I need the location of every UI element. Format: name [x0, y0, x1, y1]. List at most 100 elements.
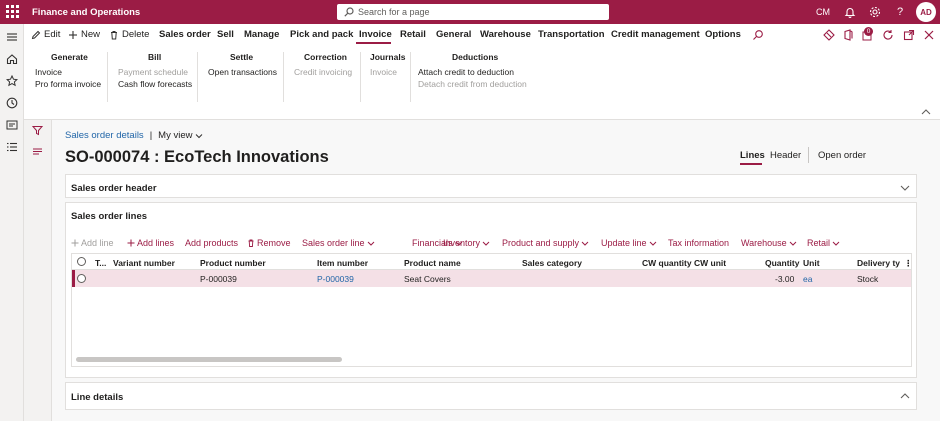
tab-manage[interactable]: Manage	[244, 29, 279, 40]
column-header-delivery-type[interactable]: Delivery ty	[857, 258, 900, 268]
tab-pick-and-pack[interactable]: Pick and pack	[290, 29, 353, 40]
connections-icon[interactable]	[823, 29, 835, 41]
attachments-button[interactable]: 0	[861, 27, 873, 41]
credit-invoicing-button[interactable]: Credit invoicing	[294, 67, 352, 77]
cash-flow-forecasts-button[interactable]: Cash flow forecasts	[118, 79, 192, 89]
grid-header-row: T... Variant number Product number Item …	[72, 254, 911, 270]
filter-icon[interactable]	[32, 125, 43, 136]
column-header-quantity[interactable]: Quantity	[765, 258, 799, 268]
pro-forma-invoice-button[interactable]: Pro forma invoice	[35, 79, 101, 89]
payment-schedule-button[interactable]: Payment schedule	[118, 67, 188, 77]
tab-retail[interactable]: Retail	[400, 29, 426, 40]
section-title: Line details	[71, 392, 124, 403]
remove-button[interactable]: Remove	[247, 238, 291, 248]
product-and-supply-menu[interactable]: Product and supply	[502, 238, 589, 248]
column-header-product-number[interactable]: Product number	[200, 258, 266, 268]
column-header-cw-unit[interactable]: CW unit	[694, 258, 726, 268]
collapse-chevron-up-icon[interactable]	[900, 392, 910, 400]
detach-credit-from-deduction-button[interactable]: Detach credit from deduction	[418, 79, 527, 89]
chevron-down-icon	[196, 133, 203, 138]
column-header-type[interactable]: T...	[95, 258, 106, 268]
app-title[interactable]: Finance and Operations	[32, 7, 140, 18]
plus-multiple-icon	[127, 239, 135, 247]
invoice-journal-button[interactable]: Invoice	[370, 67, 397, 77]
column-header-unit[interactable]: Unit	[803, 258, 820, 268]
plus-icon	[69, 30, 77, 39]
inventory-menu[interactable]: Inventory	[443, 238, 490, 248]
chevron-down-icon	[367, 241, 374, 246]
sales-order-header-section[interactable]: Sales order header	[65, 174, 917, 198]
help-button[interactable]: ?	[893, 0, 907, 24]
action-search-icon[interactable]	[752, 29, 764, 41]
settings-button[interactable]	[867, 0, 883, 24]
tab-credit-management[interactable]: Credit management	[611, 29, 700, 40]
column-header-cw-quantity[interactable]: CW quantity	[642, 258, 692, 268]
tab-warehouse[interactable]: Warehouse	[480, 29, 531, 40]
open-new-window-icon[interactable]	[903, 29, 915, 41]
menu-label: Update line	[601, 238, 647, 248]
related-info-lines-icon[interactable]	[32, 146, 43, 157]
column-options-icon[interactable]: ⋮	[904, 258, 911, 269]
menu-label: Inventory	[443, 238, 481, 248]
column-header-item-number[interactable]: Item number	[317, 258, 368, 268]
cell-unit-link[interactable]: ea	[803, 274, 812, 284]
home-icon[interactable]	[6, 53, 18, 65]
hamburger-menu-icon[interactable]	[6, 31, 18, 43]
column-header-product-name[interactable]: Product name	[404, 258, 461, 268]
active-tab-indicator	[356, 42, 391, 44]
office-icon[interactable]	[842, 29, 854, 41]
notifications-button[interactable]	[842, 0, 858, 24]
new-button[interactable]: New	[68, 29, 100, 40]
refresh-icon[interactable]	[882, 29, 894, 41]
table-row[interactable]: P-000039 P-000039 Seat Covers -3.00 ea S…	[72, 270, 911, 287]
group-header: Correction	[304, 52, 347, 62]
collapse-ribbon-chevron-up-icon[interactable]	[921, 108, 931, 116]
tab-transportation[interactable]: Transportation	[538, 29, 605, 40]
line-details-section[interactable]: Line details	[65, 382, 917, 410]
warehouse-menu[interactable]: Warehouse	[741, 238, 797, 248]
open-transactions-button[interactable]: Open transactions	[208, 67, 277, 77]
app-launcher-icon[interactable]	[6, 5, 19, 18]
close-icon[interactable]	[923, 29, 935, 41]
tab-invoice[interactable]: Invoice	[359, 29, 392, 40]
cell-item-number-link[interactable]: P-000039	[317, 274, 354, 284]
modules-list-icon[interactable]	[6, 141, 18, 153]
add-products-button[interactable]: Add products	[185, 238, 238, 248]
row-select-radio[interactable]	[77, 274, 86, 283]
attach-credit-to-deduction-button[interactable]: Attach credit to deduction	[418, 67, 514, 77]
view-tab-header[interactable]: Header	[770, 150, 801, 161]
invoice-tab-ribbon: Generate Invoice Pro forma invoice Bill …	[24, 46, 940, 120]
expand-chevron-down-icon[interactable]	[900, 184, 910, 192]
retail-menu[interactable]: Retail	[807, 238, 840, 248]
tab-options[interactable]: Options	[705, 29, 741, 40]
tax-information-button[interactable]: Tax information	[668, 238, 729, 248]
menu-label: Warehouse	[741, 238, 787, 248]
tab-sell[interactable]: Sell	[217, 29, 234, 40]
add-line-button[interactable]: Add line	[71, 238, 114, 248]
tab-general[interactable]: General	[436, 29, 471, 40]
update-line-menu[interactable]: Update line	[601, 238, 657, 248]
horizontal-scrollbar[interactable]	[76, 357, 342, 362]
column-header-variant-number[interactable]: Variant number	[113, 258, 175, 268]
delete-button[interactable]: Delete	[109, 29, 149, 40]
workspaces-icon[interactable]	[6, 119, 18, 131]
company-picker[interactable]: CM	[812, 0, 834, 24]
divider	[410, 52, 411, 102]
tab-sales-order[interactable]: Sales order	[159, 29, 211, 40]
generate-invoice-button[interactable]: Invoice	[35, 67, 62, 77]
page-search-input[interactable]: Search for a page	[337, 4, 609, 20]
edit-button[interactable]: Edit	[31, 29, 60, 40]
column-header-sales-category[interactable]: Sales category	[522, 258, 582, 268]
breadcrumb-link[interactable]: Sales order details	[65, 130, 144, 141]
view-selector[interactable]: My view	[158, 130, 203, 141]
sales-order-line-menu[interactable]: Sales order line	[302, 238, 375, 248]
view-tab-lines[interactable]: Lines	[740, 150, 765, 161]
add-lines-button[interactable]: Add lines	[127, 238, 174, 248]
search-placeholder: Search for a page	[358, 7, 430, 17]
open-order-button[interactable]: Open order	[818, 150, 866, 161]
chevron-down-icon	[482, 241, 490, 246]
recent-clock-icon[interactable]	[6, 97, 18, 109]
user-avatar[interactable]: AD	[916, 2, 936, 22]
favorites-star-icon[interactable]	[6, 75, 18, 87]
select-all-radio[interactable]	[77, 257, 86, 266]
